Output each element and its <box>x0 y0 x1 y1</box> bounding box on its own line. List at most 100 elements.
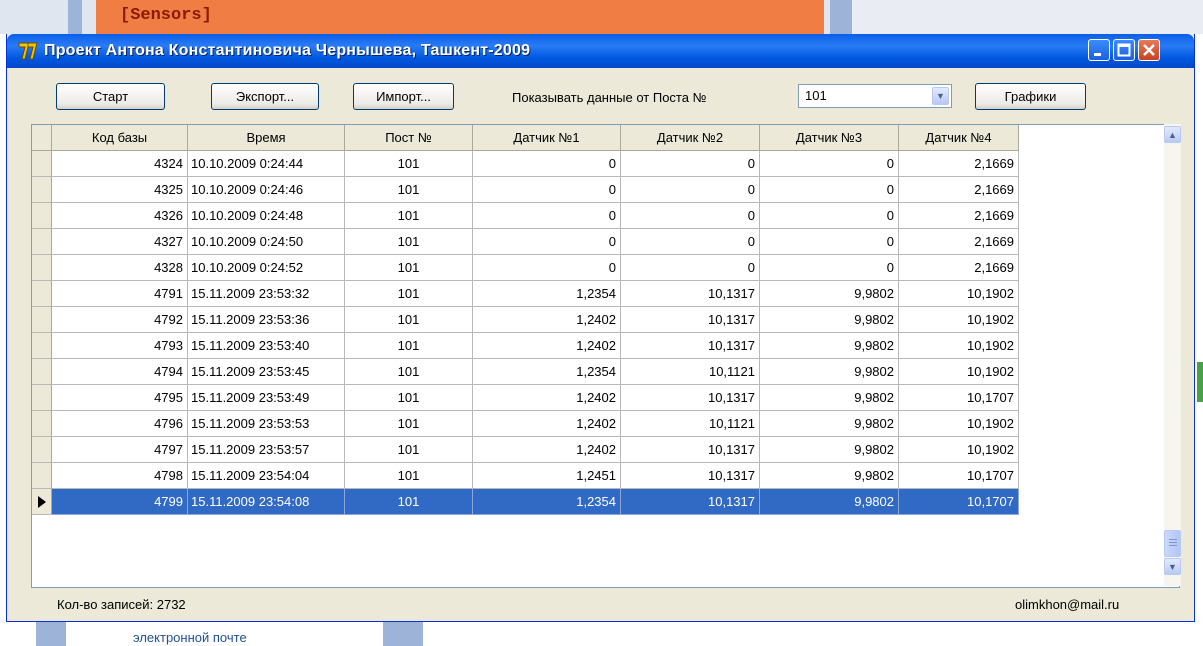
minimize-button[interactable] <box>1088 39 1110 61</box>
table-cell[interactable]: 15.11.2009 23:53:53 <box>188 411 345 437</box>
table-row[interactable]: 4325 10.10.2009 0:24:46 101 0 0 0 2,1669 <box>32 177 1019 203</box>
table-cell[interactable]: 9,9802 <box>760 359 899 385</box>
table-cell[interactable]: 15.11.2009 23:53:40 <box>188 333 345 359</box>
table-cell[interactable]: 15.11.2009 23:54:04 <box>188 463 345 489</box>
row-indicator[interactable] <box>32 281 52 307</box>
table-cell[interactable]: 1,2402 <box>473 437 621 463</box>
table-cell[interactable]: 4799 <box>52 489 188 515</box>
table-cell[interactable]: 101 <box>345 463 473 489</box>
table-row[interactable]: 4326 10.10.2009 0:24:48 101 0 0 0 2,1669 <box>32 203 1019 229</box>
table-cell[interactable]: 10,1121 <box>621 411 760 437</box>
data-grid[interactable]: Код базы Время Пост № Датчик №1 Датчик №2 Дат… <box>31 124 1180 588</box>
table-cell[interactable]: 10,1317 <box>621 463 760 489</box>
table-cell[interactable]: 10.10.2009 0:24:46 <box>188 177 345 203</box>
table-cell[interactable]: 4796 <box>52 411 188 437</box>
table-cell[interactable]: 10.10.2009 0:24:44 <box>188 151 345 177</box>
table-cell[interactable]: 10,1902 <box>899 411 1019 437</box>
table-cell[interactable]: 101 <box>345 151 473 177</box>
table-cell[interactable]: 9,9802 <box>760 411 899 437</box>
table-cell[interactable]: 0 <box>473 177 621 203</box>
table-cell[interactable]: 15.11.2009 23:53:45 <box>188 359 345 385</box>
table-cell[interactable]: 1,2402 <box>473 333 621 359</box>
row-indicator[interactable] <box>32 489 52 515</box>
scroll-thumb[interactable] <box>1164 530 1181 557</box>
start-button[interactable]: Старт <box>56 83 165 110</box>
table-cell[interactable]: 2,1669 <box>899 203 1019 229</box>
table-cell[interactable]: 15.11.2009 23:54:08 <box>188 489 345 515</box>
table-cell[interactable]: 0 <box>760 255 899 281</box>
row-indicator[interactable] <box>32 359 52 385</box>
table-cell[interactable]: 1,2402 <box>473 307 621 333</box>
table-cell[interactable]: 4326 <box>52 203 188 229</box>
table-cell[interactable]: 101 <box>345 385 473 411</box>
table-cell[interactable]: 15.11.2009 23:53:57 <box>188 437 345 463</box>
table-cell[interactable]: 0 <box>621 177 760 203</box>
table-cell[interactable]: 10,1317 <box>621 489 760 515</box>
table-cell[interactable]: 2,1669 <box>899 151 1019 177</box>
table-cell[interactable]: 4794 <box>52 359 188 385</box>
table-row[interactable]: 4792 15.11.2009 23:53:36 101 1,2402 10,1317 9… <box>32 307 1019 333</box>
table-cell[interactable]: 9,9802 <box>760 437 899 463</box>
table-cell[interactable]: 10.10.2009 0:24:48 <box>188 203 345 229</box>
table-row[interactable]: 4327 10.10.2009 0:24:50 101 0 0 0 2,1669 <box>32 229 1019 255</box>
table-cell[interactable]: 101 <box>345 411 473 437</box>
table-cell[interactable]: 10,1317 <box>621 437 760 463</box>
row-indicator[interactable] <box>32 255 52 281</box>
table-cell[interactable]: 2,1669 <box>899 229 1019 255</box>
table-cell[interactable]: 101 <box>345 229 473 255</box>
maximize-button[interactable] <box>1113 39 1135 61</box>
row-indicator[interactable] <box>32 333 52 359</box>
column-header[interactable]: Датчик №4 <box>899 125 1019 151</box>
table-cell[interactable]: 10,1317 <box>621 385 760 411</box>
table-cell[interactable]: 10,1707 <box>899 489 1019 515</box>
table-cell[interactable]: 4325 <box>52 177 188 203</box>
table-cell[interactable]: 4797 <box>52 437 188 463</box>
table-cell[interactable]: 101 <box>345 307 473 333</box>
row-indicator[interactable] <box>32 151 52 177</box>
close-button[interactable] <box>1138 39 1160 61</box>
table-cell[interactable]: 10,1121 <box>621 359 760 385</box>
table-row[interactable]: 4793 15.11.2009 23:53:40 101 1,2402 10,1317 9… <box>32 333 1019 359</box>
table-cell[interactable]: 10,1902 <box>899 437 1019 463</box>
row-indicator[interactable] <box>32 203 52 229</box>
table-cell[interactable]: 4793 <box>52 333 188 359</box>
table-cell[interactable]: 0 <box>621 229 760 255</box>
table-cell[interactable]: 9,9802 <box>760 281 899 307</box>
table-cell[interactable]: 101 <box>345 333 473 359</box>
table-cell[interactable]: 4792 <box>52 307 188 333</box>
row-indicator[interactable] <box>32 437 52 463</box>
post-select[interactable]: 101 ▼ <box>798 84 952 108</box>
table-cell[interactable]: 10,1707 <box>899 463 1019 489</box>
row-indicator[interactable] <box>32 177 52 203</box>
table-cell[interactable]: 10,1317 <box>621 281 760 307</box>
table-cell[interactable]: 1,2354 <box>473 281 621 307</box>
table-cell[interactable]: 101 <box>345 203 473 229</box>
table-cell[interactable]: 9,9802 <box>760 307 899 333</box>
table-cell[interactable]: 0 <box>473 255 621 281</box>
table-row[interactable]: 4324 10.10.2009 0:24:44 101 0 0 0 2,1669 <box>32 151 1019 177</box>
table-row[interactable]: 4796 15.11.2009 23:53:53 101 1,2402 10,1121 9… <box>32 411 1019 437</box>
column-header[interactable]: Датчик №3 <box>760 125 899 151</box>
table-cell[interactable]: 1,2451 <box>473 463 621 489</box>
table-cell[interactable]: 101 <box>345 281 473 307</box>
table-cell[interactable]: 101 <box>345 255 473 281</box>
table-cell[interactable]: 10,1707 <box>899 385 1019 411</box>
row-indicator[interactable] <box>32 307 52 333</box>
chevron-down-icon[interactable]: ▼ <box>932 87 949 105</box>
table-cell[interactable]: 0 <box>473 151 621 177</box>
table-cell[interactable]: 10,1902 <box>899 359 1019 385</box>
table-cell[interactable]: 0 <box>473 203 621 229</box>
table-cell[interactable]: 10,1902 <box>899 307 1019 333</box>
import-button[interactable]: Импорт... <box>353 83 454 110</box>
vertical-scrollbar[interactable]: ▲ ▼ <box>1164 124 1181 586</box>
table-row[interactable]: 4328 10.10.2009 0:24:52 101 0 0 0 2,1669 <box>32 255 1019 281</box>
table-row[interactable]: 4795 15.11.2009 23:53:49 101 1,2402 10,1317 9… <box>32 385 1019 411</box>
table-cell[interactable]: 15.11.2009 23:53:49 <box>188 385 345 411</box>
table-cell[interactable]: 1,2354 <box>473 489 621 515</box>
scroll-up-icon[interactable]: ▲ <box>1164 126 1181 143</box>
table-cell[interactable]: 9,9802 <box>760 463 899 489</box>
row-indicator[interactable] <box>32 463 52 489</box>
table-cell[interactable]: 15.11.2009 23:53:32 <box>188 281 345 307</box>
table-cell[interactable]: 4791 <box>52 281 188 307</box>
column-header[interactable]: Датчик №2 <box>621 125 760 151</box>
